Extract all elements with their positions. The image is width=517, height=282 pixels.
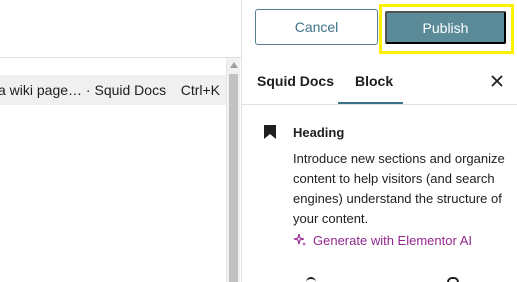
close-icon[interactable] <box>489 71 505 91</box>
settings-sidebar: Squid Docs Block Heading Introduce new s… <box>242 58 517 282</box>
result-breadcrumb: a wiki page… · Squid Docs <box>0 82 167 98</box>
tab-block[interactable]: Block <box>355 73 393 89</box>
scroll-up-arrow-icon[interactable] <box>230 62 238 68</box>
block-title: Heading <box>293 125 345 140</box>
tab-squid-docs[interactable]: Squid Docs <box>257 73 334 89</box>
keyboard-shortcut: Ctrl+K <box>180 82 220 98</box>
block-style-icon <box>306 277 316 282</box>
editor-window: a wiki page… · Squid Docs Ctrl+K Cancel … <box>0 0 517 282</box>
block-option-icon <box>447 277 459 282</box>
block-description: Introduce new sections and organize cont… <box>293 151 505 226</box>
command-palette-result[interactable]: a wiki page… · Squid Docs Ctrl+K <box>0 75 226 105</box>
publish-button[interactable]: Publish <box>385 11 506 44</box>
cancel-button[interactable]: Cancel <box>255 9 378 45</box>
scrollbar-thumb[interactable] <box>229 74 238 282</box>
bookmark-icon <box>263 124 277 140</box>
generate-with-ai-link[interactable]: Generate with Elementor AI <box>293 231 472 249</box>
active-tab-indicator <box>338 102 403 104</box>
vertical-scrollbar[interactable] <box>226 58 240 282</box>
ai-link-label: Generate with Elementor AI <box>313 232 472 248</box>
editor-canvas: a wiki page… · Squid Docs Ctrl+K <box>0 0 241 282</box>
sparkle-icon <box>293 233 307 247</box>
sidebar-tabs: Squid Docs Block <box>242 58 517 105</box>
editor-topbar <box>0 0 241 58</box>
